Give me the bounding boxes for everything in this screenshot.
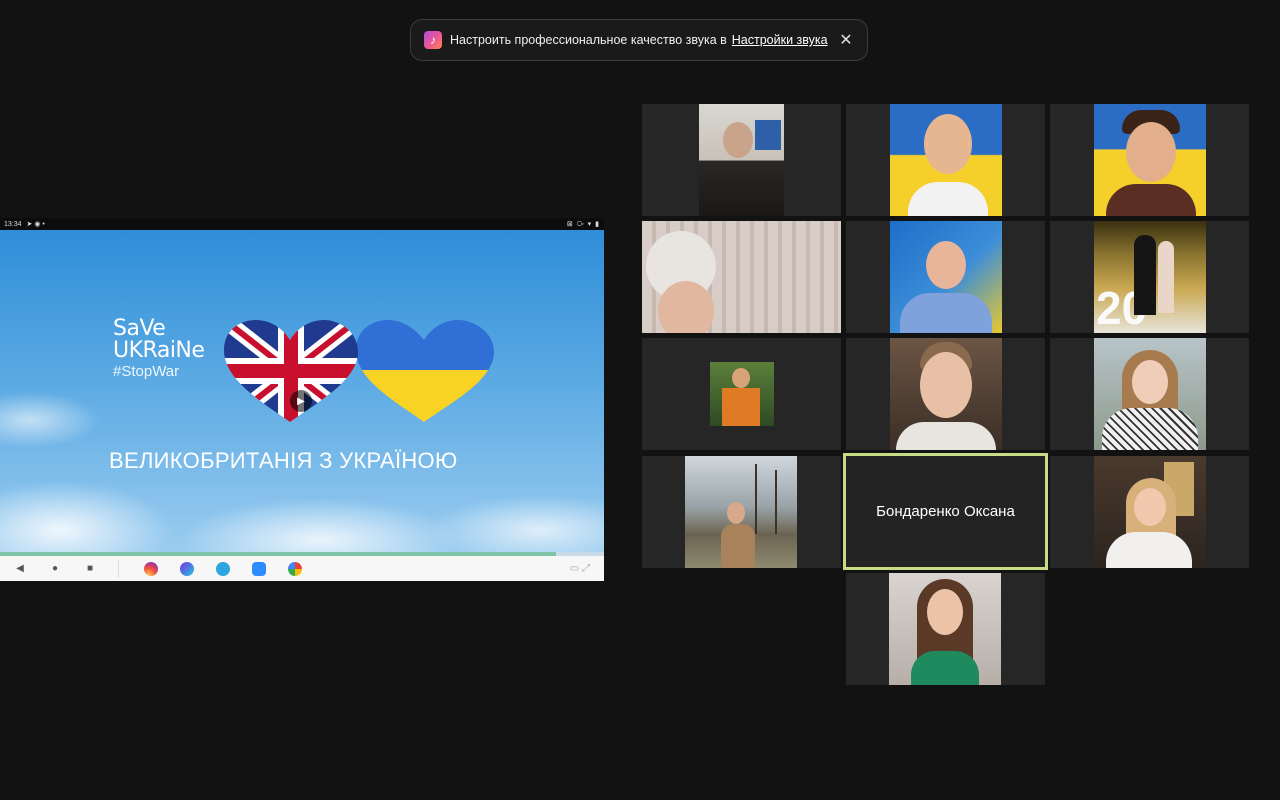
active-speaker-tile[interactable]: Бондаренко Оксана [843, 453, 1048, 570]
status-icons: ⊠ ⧂ ▾ ▮ [566, 220, 600, 228]
google-icon[interactable] [288, 561, 302, 576]
participant-tile[interactable] [846, 573, 1045, 685]
home-icon[interactable]: ● [40, 563, 70, 574]
participant-video [1094, 104, 1206, 216]
window-controls-icon[interactable]: ▭ ⤢ [570, 563, 590, 574]
save-ukraine-logo: SaVe UKRaiNe #StopWar [113, 316, 205, 380]
participant-video: 20 [1094, 221, 1206, 333]
participant-tile[interactable]: 20 [1050, 221, 1249, 333]
participant-video [890, 104, 1002, 216]
play-icon[interactable]: ▶ [290, 390, 312, 412]
ukraine-flag-heart [356, 320, 494, 422]
participant-tile[interactable] [642, 456, 841, 568]
participant-video [642, 221, 841, 333]
notification-text: Настроить профессиональное качество звук… [450, 33, 727, 47]
participant-video [890, 338, 1002, 450]
close-icon[interactable]: ✕ [837, 31, 855, 49]
participant-video [1094, 338, 1206, 450]
participant-tile[interactable] [1050, 338, 1249, 450]
participant-name: Бондаренко Оксана [876, 503, 1015, 520]
status-time: 13:34 [4, 220, 22, 228]
telegram-icon[interactable] [216, 561, 230, 576]
participant-video [1094, 456, 1206, 568]
telegram-status-icon: ➤ ◉ • [26, 221, 45, 228]
participant-tile[interactable] [642, 221, 841, 333]
back-icon[interactable]: ◀ [0, 563, 40, 574]
participant-tile[interactable] [846, 104, 1045, 216]
uk-flag-heart [224, 320, 358, 422]
participant-tile[interactable] [846, 221, 1045, 333]
participant-video [890, 221, 1002, 333]
participant-video [889, 573, 1001, 685]
audio-quality-notification: ♪ Настроить профессиональное качество зв… [410, 19, 868, 61]
participant-tile[interactable] [642, 338, 841, 450]
participant-video [699, 104, 784, 216]
participant-video [685, 456, 797, 568]
zoom-icon[interactable] [252, 561, 266, 576]
canva-icon[interactable] [180, 561, 194, 576]
recents-icon[interactable]: ■ [70, 563, 110, 574]
participant-tile[interactable] [1050, 456, 1249, 568]
participant-tile[interactable] [642, 104, 841, 216]
video-headline: ВЕЛИКОБРИТАНІЯ З УКРАЇНОЮ [109, 448, 458, 473]
participant-video [710, 362, 774, 426]
device-status-bar: 13:34 ➤ ◉ • ⊠ ⧂ ▾ ▮ [0, 218, 604, 230]
device-nav-bar: ◀ ● ■ ▭ ⤢ [0, 556, 604, 581]
instagram-icon[interactable] [144, 561, 158, 576]
audio-settings-link[interactable]: Настройки звука [732, 33, 828, 47]
participant-tile[interactable] [1050, 104, 1249, 216]
music-note-icon: ♪ [424, 31, 442, 49]
participant-tile[interactable] [846, 338, 1045, 450]
hearts-graphic [224, 320, 494, 422]
